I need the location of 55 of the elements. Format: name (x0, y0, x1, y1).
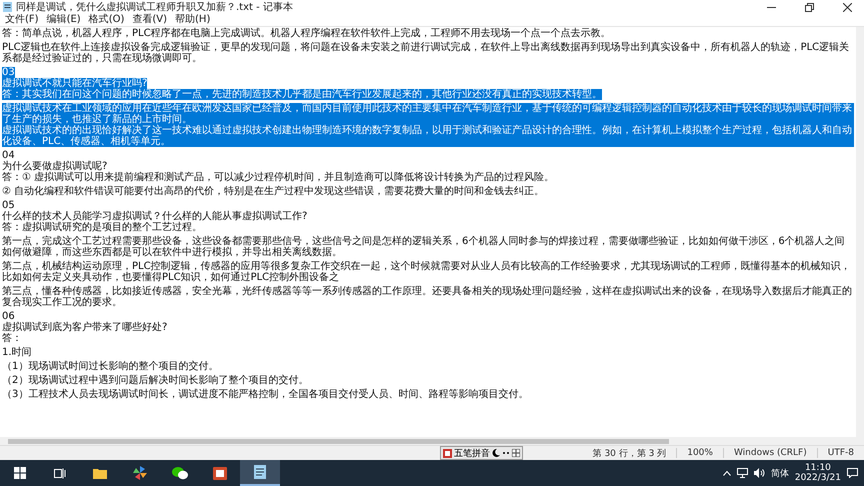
chat-bubbles-icon (172, 466, 188, 480)
line-ending: Windows (CRLF) (722, 448, 817, 458)
notepad-icon (3, 2, 12, 12)
text-line: 虚拟调试到底为客户带来了哪些好处? (2, 322, 168, 333)
volume-icon (754, 468, 765, 478)
text-line: 1.时间 (2, 347, 32, 358)
pinwheel-icon (133, 466, 147, 480)
text-line: 04 (2, 150, 15, 161)
text-line: （1）现场调试时间过长影响的整个项目的交付。 (2, 361, 218, 372)
text-line: 为什么要做虚拟调试呢? (2, 161, 108, 172)
menu-item[interactable]: 帮助(H) (172, 14, 214, 26)
text-line: 第二点，机械结构运动原理，PLC控制逻辑，传感器的应用等很多复杂工作交织在一起，这个时候就需要对从业人员有比较高的工作经验要求，尤其现场调试的工程师，既懂得基本的机械知识，比如如何去定义夹具动作，也要懂得PLC知识，如何通过PLC控制外围设备之 (2, 261, 852, 283)
notepad-icon (254, 465, 266, 479)
taskbar-app-button[interactable] (240, 460, 280, 486)
ime-toolbar[interactable]: 五笔拼音 (440, 446, 523, 460)
text-line: 什么样的技术人员能学习虚拟调试？什么样的人能从事虚拟调试工作? (2, 211, 308, 222)
text-line: （3）工程技术人员去现场调试时间长，调试进度不能严格控制，全国各项目交付受人员、时间、路程等影响项目交付。 (2, 389, 528, 400)
clock-time[interactable]: 11:10 (804, 463, 831, 473)
caret-up-icon (722, 470, 731, 476)
horizontal-scrollbar[interactable] (0, 437, 864, 445)
clock-date[interactable]: 2022/3/21 (794, 473, 841, 483)
menu-item[interactable]: 格式(O) (86, 14, 128, 26)
encoding: UTF-8 (816, 448, 864, 458)
text-line: （2）现场调试过程中遇到问题后解决时间长影响了整个项目的交付。 (2, 375, 308, 386)
text-line: 答： (2, 333, 22, 344)
notification-icon (847, 468, 858, 478)
moon-icon (492, 449, 500, 457)
input-language[interactable]: 简体 (770, 466, 789, 480)
menu-item[interactable]: 查看(V) (129, 14, 170, 26)
restore-icon (804, 2, 814, 12)
dots-icon (502, 449, 510, 457)
network-icon (736, 468, 748, 478)
ime-logo-icon (443, 448, 452, 458)
cursor-position: 第 30 行，第 3 列 (592, 448, 668, 460)
text-line: 答：① 虚拟调试可以用来提前编程和测试产品，可以减少过程停机时间，并且制造商可以降低将设计转换为产品的过程风险。 (2, 172, 554, 183)
text-line: PLC逻辑也在软件上连接虚拟设备完成逻辑验证，更早的发现问题，将问题在设备未安装之前进行调试完成，在软件上导出离线数据再到现场导出到真实设备中，所有机器人的轨迹，PLC逻辑关系都是经过验证过的，只需在现场微调即可。 (2, 42, 850, 64)
menu-item[interactable]: 文件(F) (2, 14, 42, 26)
text-line: 答：简单点说，机器人程序，PLC程序都在电脑上完成调试。机器人程序编程在软件软件上完成，工程师不用去现场一个点一个点去示教。 (2, 28, 611, 39)
grid-icon (512, 449, 520, 457)
text-line: ② 自动化编程和软件错误可能要付出高昂的代价，特别是在生产过程中发现这些错误，需要花费大量的时间和金钱去纠正。 (2, 186, 544, 197)
window-title: 同样是调试，凭什么虚拟调试工程师升职又加薪？.txt - 记事本 (16, 0, 294, 14)
text-line: 第三点，懂各种传感器，比如接近传感器，安全光幕，光纤传感器等等一系列传感器的工作原理。还要具备相关的现场处理问题经验，这样在虚拟调试出来的设备，在现场导入数据后才能真正的复合现实工作工况的要求。 (2, 286, 853, 308)
text-line: 答：虚拟调试研究的是项目的整个工艺过程。 (2, 222, 202, 233)
text-line: 05 (2, 200, 15, 211)
text-line: 06 (2, 311, 15, 322)
close-icon (842, 2, 852, 12)
ime-mode-label: 五笔拼音 (454, 448, 490, 460)
presentation-icon (213, 466, 227, 480)
windows-logo-icon (14, 467, 26, 479)
task-view-icon (54, 468, 66, 478)
text-line: 第一点，完成这个工艺过程需要那些设备，这些设备都需要那些信号，这些信号之间是怎样的逻辑关系，6个机器人同时参与的焊接过程，需要做哪些验证，比如如何做干涉区，6个机器人之间如何做避障，而这些东西都是可以在软件中进行模拟，并导出相关离线数据。 (2, 236, 846, 258)
vertical-scrollbar[interactable] (856, 27, 864, 437)
folder-icon (93, 467, 107, 479)
zoom-level: 100% (676, 448, 723, 458)
menu-item[interactable]: 编辑(E) (44, 14, 84, 26)
